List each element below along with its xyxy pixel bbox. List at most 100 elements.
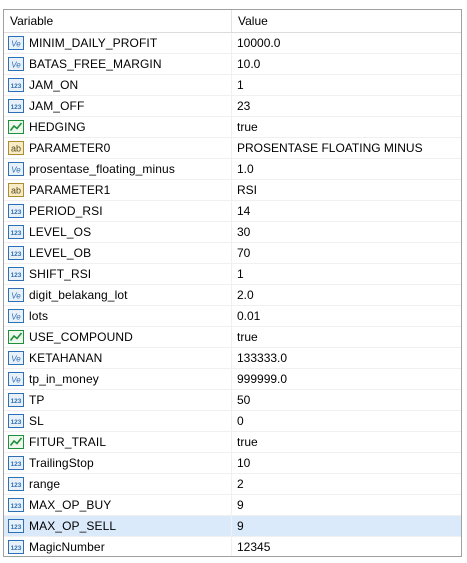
variable-cell[interactable]: 123 JAM_ON bbox=[4, 75, 232, 95]
value-cell[interactable]: 0 bbox=[232, 411, 461, 431]
variable-name: digit_belakang_lot bbox=[29, 288, 128, 302]
table-row[interactable]: 123 SL 0 bbox=[4, 411, 461, 432]
table-row[interactable]: FITUR_TRAIL true bbox=[4, 432, 461, 453]
table-row[interactable]: 123 SHIFT_RSI 1 bbox=[4, 264, 461, 285]
table-row[interactable]: 123 JAM_OFF 23 bbox=[4, 96, 461, 117]
column-header-value[interactable]: Value bbox=[232, 10, 461, 32]
variable-cell[interactable]: 123 range bbox=[4, 474, 232, 494]
variable-cell[interactable]: 123 MAX_OP_SELL bbox=[4, 516, 232, 536]
value-cell[interactable]: 133333.0 bbox=[232, 348, 461, 368]
value-cell[interactable]: 9 bbox=[232, 495, 461, 515]
value-cell[interactable]: true bbox=[232, 432, 461, 452]
svg-text:Ve: Ve bbox=[11, 61, 21, 70]
double-type-icon: Ve bbox=[8, 36, 24, 50]
table-row[interactable]: 123 range 2 bbox=[4, 474, 461, 495]
variable-cell[interactable]: 123 TP bbox=[4, 390, 232, 410]
variable-cell[interactable]: Ve KETAHANAN bbox=[4, 348, 232, 368]
value-cell[interactable]: 999999.0 bbox=[232, 369, 461, 389]
variable-name: BATAS_FREE_MARGIN bbox=[29, 57, 162, 71]
value-cell[interactable]: RSI bbox=[232, 180, 461, 200]
table-row[interactable]: Ve lots 0.01 bbox=[4, 306, 461, 327]
value-cell[interactable]: 1 bbox=[232, 75, 461, 95]
variable-cell[interactable]: Ve tp_in_money bbox=[4, 369, 232, 389]
variable-cell[interactable]: 123 MagicNumber bbox=[4, 537, 232, 556]
table-row[interactable]: ab PARAMETER0 PROSENTASE FLOATING MINUS bbox=[4, 138, 461, 159]
variable-cell[interactable]: 123 LEVEL_OB bbox=[4, 243, 232, 263]
value-cell[interactable]: 12345 bbox=[232, 537, 461, 556]
value-cell[interactable]: 10000.0 bbox=[232, 33, 461, 53]
double-type-icon: Ve bbox=[8, 57, 24, 71]
variable-cell[interactable]: 123 PERIOD_RSI bbox=[4, 201, 232, 221]
bool-type-icon bbox=[8, 435, 24, 449]
table-row[interactable]: 123 LEVEL_OB 70 bbox=[4, 243, 461, 264]
svg-text:123: 123 bbox=[11, 524, 22, 531]
value-cell[interactable]: 9 bbox=[232, 516, 461, 536]
integer-type-icon: 123 bbox=[8, 414, 24, 428]
value-cell[interactable]: 70 bbox=[232, 243, 461, 263]
table-row[interactable]: Ve tp_in_money 999999.0 bbox=[4, 369, 461, 390]
table-row[interactable]: 123 PERIOD_RSI 14 bbox=[4, 201, 461, 222]
variable-cell[interactable]: 123 SHIFT_RSI bbox=[4, 264, 232, 284]
variable-cell[interactable]: Ve lots bbox=[4, 306, 232, 326]
variable-cell[interactable]: 123 JAM_OFF bbox=[4, 96, 232, 116]
column-header-variable[interactable]: Variable bbox=[4, 10, 232, 32]
table-row[interactable]: Ve BATAS_FREE_MARGIN 10.0 bbox=[4, 54, 461, 75]
table-row[interactable]: Ve digit_belakang_lot 2.0 bbox=[4, 285, 461, 306]
value-cell[interactable]: 10 bbox=[232, 453, 461, 473]
value-cell[interactable]: 30 bbox=[232, 222, 461, 242]
table-row[interactable]: 123 TrailingStop 10 bbox=[4, 453, 461, 474]
svg-text:123: 123 bbox=[11, 251, 22, 258]
table-row[interactable]: 123 MagicNumber 12345 bbox=[4, 537, 461, 556]
bool-type-icon bbox=[8, 120, 24, 134]
variable-name: MINIM_DAILY_PROFIT bbox=[29, 36, 158, 50]
table-row[interactable]: Ve MINIM_DAILY_PROFIT 10000.0 bbox=[4, 33, 461, 54]
variable-name: MagicNumber bbox=[29, 540, 105, 554]
value-cell[interactable]: PROSENTASE FLOATING MINUS bbox=[232, 138, 461, 158]
variable-cell[interactable]: 123 LEVEL_OS bbox=[4, 222, 232, 242]
variable-cell[interactable]: FITUR_TRAIL bbox=[4, 432, 232, 452]
value-cell[interactable]: true bbox=[232, 117, 461, 137]
variable-cell[interactable]: 123 TrailingStop bbox=[4, 453, 232, 473]
variable-cell[interactable]: Ve MINIM_DAILY_PROFIT bbox=[4, 33, 232, 53]
value-cell[interactable]: 1 bbox=[232, 264, 461, 284]
value-cell[interactable]: 2 bbox=[232, 474, 461, 494]
value-cell[interactable]: 50 bbox=[232, 390, 461, 410]
value-cell[interactable]: 14 bbox=[232, 201, 461, 221]
variable-cell[interactable]: 123 MAX_OP_BUY bbox=[4, 495, 232, 515]
svg-text:123: 123 bbox=[11, 83, 22, 90]
table-row[interactable]: 123 LEVEL_OS 30 bbox=[4, 222, 461, 243]
integer-type-icon: 123 bbox=[8, 204, 24, 218]
value-cell[interactable]: 1.0 bbox=[232, 159, 461, 179]
value-cell[interactable]: 10.0 bbox=[232, 54, 461, 74]
table-row[interactable]: USE_COMPOUND true bbox=[4, 327, 461, 348]
variable-name: LEVEL_OB bbox=[29, 246, 92, 260]
variable-cell[interactable]: ab PARAMETER1 bbox=[4, 180, 232, 200]
variable-cell[interactable]: USE_COMPOUND bbox=[4, 327, 232, 347]
table-row[interactable]: 123 JAM_ON 1 bbox=[4, 75, 461, 96]
variable-cell[interactable]: ab PARAMETER0 bbox=[4, 138, 232, 158]
table-row[interactable]: ab PARAMETER1 RSI bbox=[4, 180, 461, 201]
svg-text:123: 123 bbox=[11, 230, 22, 237]
variable-name: FITUR_TRAIL bbox=[29, 435, 107, 449]
svg-text:Ve: Ve bbox=[11, 313, 21, 322]
table-row[interactable]: 123 TP 50 bbox=[4, 390, 461, 411]
variable-name: tp_in_money bbox=[29, 372, 99, 386]
variable-cell[interactable]: Ve BATAS_FREE_MARGIN bbox=[4, 54, 232, 74]
variable-cell[interactable]: Ve prosentase_floating_minus bbox=[4, 159, 232, 179]
table-row[interactable]: 123 MAX_OP_BUY 9 bbox=[4, 495, 461, 516]
double-type-icon: Ve bbox=[8, 288, 24, 302]
value-cell[interactable]: 2.0 bbox=[232, 285, 461, 305]
value-cell[interactable]: 0.01 bbox=[232, 306, 461, 326]
table-row[interactable]: 123 MAX_OP_SELL 9 bbox=[4, 516, 461, 537]
table-row[interactable]: HEDGING true bbox=[4, 117, 461, 138]
table-row[interactable]: Ve KETAHANAN 133333.0 bbox=[4, 348, 461, 369]
variable-cell[interactable]: Ve digit_belakang_lot bbox=[4, 285, 232, 305]
value-cell[interactable]: 23 bbox=[232, 96, 461, 116]
integer-type-icon: 123 bbox=[8, 393, 24, 407]
table-row[interactable]: Ve prosentase_floating_minus 1.0 bbox=[4, 159, 461, 180]
svg-text:123: 123 bbox=[11, 419, 22, 426]
value-cell[interactable]: true bbox=[232, 327, 461, 347]
variable-cell[interactable]: HEDGING bbox=[4, 117, 232, 137]
variable-name: SL bbox=[29, 414, 44, 428]
variable-cell[interactable]: 123 SL bbox=[4, 411, 232, 431]
